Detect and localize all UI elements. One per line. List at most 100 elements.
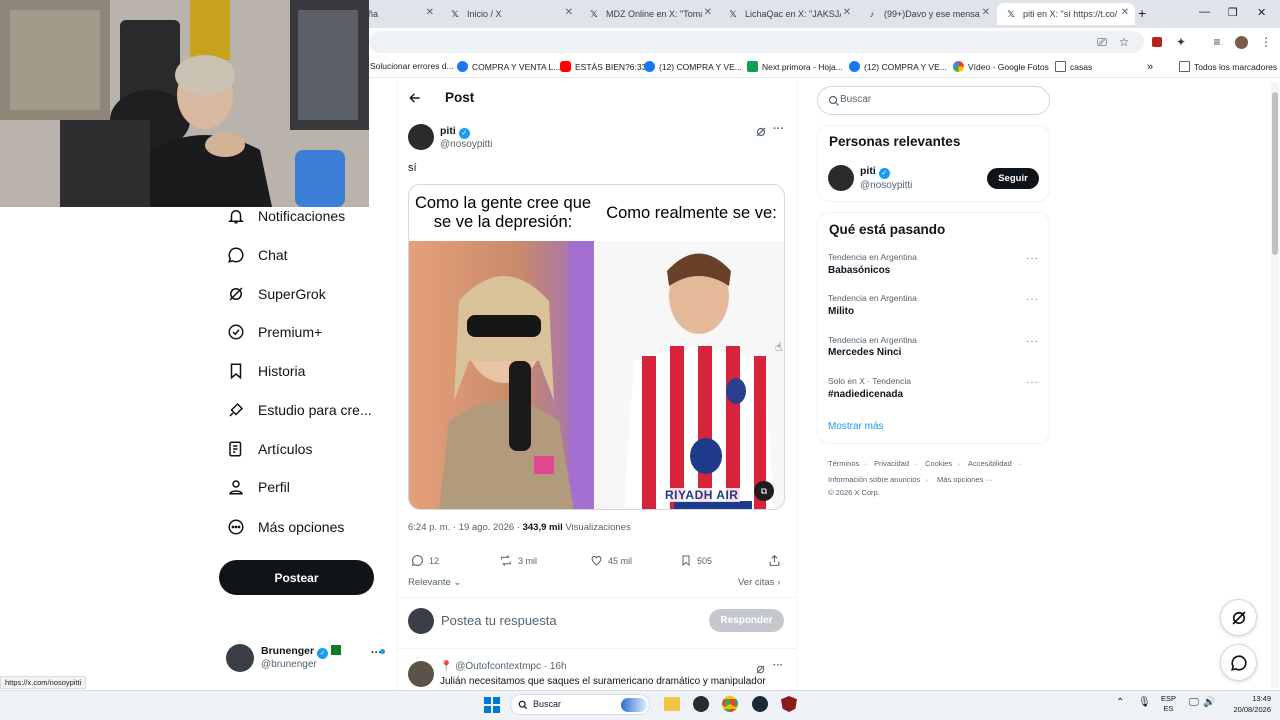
reply-item[interactable]: 📍 @Outofcontextmpc · 16h Julián necesita… xyxy=(408,658,788,690)
volume-icon[interactable]: 🔊 xyxy=(1203,697,1215,708)
browser-tab[interactable]: 𝕏 LichaQac en X: "JAKSJAJA ✕ xyxy=(719,3,857,25)
extension-icon[interactable] xyxy=(1149,34,1165,50)
kebab-menu-icon[interactable]: ⋮ xyxy=(1258,34,1274,50)
bookmark-item[interactable]: (12) COMPRA Y VE... xyxy=(644,61,742,72)
nav-more-options[interactable]: Más opciones xyxy=(226,512,344,542)
reply-button[interactable]: Responder xyxy=(709,609,784,632)
bookmark-item[interactable]: ESTÁS BIEN?6:33 xyxy=(560,61,646,72)
view-quotes-link[interactable]: Ver citas › xyxy=(738,577,780,588)
grok-fab[interactable] xyxy=(1220,599,1257,636)
author-handle[interactable]: @nosoypitti xyxy=(440,139,492,150)
person-handle[interactable]: @nosoypitti xyxy=(860,180,912,191)
close-icon[interactable]: ✕ xyxy=(704,7,712,18)
media-icon[interactable]: ≡ xyxy=(1209,34,1225,50)
bookmark-item[interactable]: Next primora - Hoja... xyxy=(747,61,843,72)
nav-history[interactable]: Historia xyxy=(226,356,305,386)
nav-profile[interactable]: Perfil xyxy=(226,472,290,502)
address-bar[interactable] xyxy=(369,31,1144,53)
windows-start-icon[interactable] xyxy=(484,697,500,713)
puzzle-icon[interactable]: ✦ xyxy=(1173,34,1189,50)
like-action[interactable]: 45 mil xyxy=(590,554,632,567)
browser-tab[interactable]: ña ✕ xyxy=(360,3,440,25)
nav-chat[interactable]: Chat xyxy=(226,240,288,270)
grok-icon[interactable] xyxy=(755,125,767,143)
app-icon[interactable] xyxy=(693,696,709,712)
reply-action[interactable]: 12 xyxy=(411,554,439,567)
show-more-link[interactable]: Mostrar más xyxy=(828,421,884,432)
close-icon[interactable]: ✕ xyxy=(1121,7,1129,18)
display-icon[interactable]: 🖵 xyxy=(1189,697,1199,708)
taskbar-search[interactable]: Buscar xyxy=(510,694,650,715)
chevron-right-icon[interactable]: » xyxy=(1147,61,1153,73)
alt-badge-icon[interactable]: ⧉ xyxy=(754,481,774,501)
reply-input[interactable]: Postea tu respuesta xyxy=(441,613,691,628)
file-explorer-icon[interactable] xyxy=(664,697,680,711)
reply-handle[interactable]: @Outofcontextmpc xyxy=(455,661,541,672)
close-icon[interactable]: ✕ xyxy=(982,7,990,18)
account-switcher[interactable]: Brunenger ✓ @brunenger ··· xyxy=(226,643,386,675)
new-tab-icon[interactable]: + xyxy=(1138,5,1146,21)
bookmark-action[interactable]: 505 xyxy=(680,554,712,567)
minimize-icon[interactable]: — xyxy=(1199,6,1210,18)
more-dots-icon[interactable]: ··· xyxy=(773,123,784,135)
bookmark-item[interactable]: COMPRA Y VENTA L... xyxy=(457,61,560,72)
repost-action[interactable]: 3 mil xyxy=(499,554,537,567)
install-app-icon[interactable]: ⎚ xyxy=(1094,34,1110,50)
footer-link[interactable]: Términos xyxy=(828,459,859,468)
post-button[interactable]: Postear xyxy=(219,560,374,595)
grok-icon[interactable] xyxy=(755,662,766,680)
author-avatar[interactable] xyxy=(408,124,434,150)
bookmark-item[interactable]: Solucionar errores d... xyxy=(370,61,454,71)
back-arrow-icon[interactable] xyxy=(408,91,424,107)
footer-link[interactable]: Información sobre anuncios xyxy=(828,475,920,484)
post-image[interactable]: Como la gente cree que se ve la depresió… xyxy=(408,184,785,510)
more-dots-icon[interactable]: ··· xyxy=(1026,294,1039,305)
bookmark-item[interactable]: (12) COMPRA Y VE... xyxy=(849,61,947,72)
browser-tab[interactable]: 𝕏 MDZ Online en X: "Tomas ✕ xyxy=(580,3,718,25)
bookmark-item[interactable]: casas xyxy=(1055,61,1092,72)
chat-fab[interactable] xyxy=(1220,644,1257,681)
chrome-icon[interactable] xyxy=(722,696,738,712)
trend-item[interactable]: Mercedes Ninci xyxy=(828,347,901,358)
browser-tab-active[interactable]: 𝕏 piti en X: "sí https://t.co/ ✕ xyxy=(997,3,1135,25)
star-icon[interactable]: ☆ xyxy=(1116,34,1132,50)
profile-avatar-icon[interactable] xyxy=(1233,34,1249,50)
person-name-row[interactable]: piti ✓ xyxy=(860,165,890,179)
sort-dropdown[interactable]: Relevante ⌄ xyxy=(408,577,461,588)
post-timestamp[interactable]: 6:24 p. m. · 19 ago. 2026 · xyxy=(408,522,520,533)
trend-item[interactable]: Milito xyxy=(828,306,854,317)
search-input[interactable]: Buscar xyxy=(817,86,1050,115)
tray-chevron-icon[interactable]: ⌃ xyxy=(1116,697,1124,708)
author-name-row[interactable]: piti ✓ xyxy=(440,125,470,139)
trend-item[interactable]: #nadiedicenada xyxy=(828,389,903,400)
clock[interactable]: 13:49 20/08/2026 xyxy=(1225,693,1271,715)
follow-button[interactable]: Seguir xyxy=(987,168,1039,189)
all-bookmarks-item[interactable]: Todos los marcadores xyxy=(1179,61,1277,72)
nav-notifications[interactable]: Notificaciones xyxy=(226,201,345,231)
more-dots-icon[interactable]: ··· xyxy=(773,660,783,671)
language-indicator[interactable]: ESP ES xyxy=(1161,694,1176,714)
nav-supergrok[interactable]: SuperGrok xyxy=(226,279,326,309)
more-dots-icon[interactable]: ··· xyxy=(1026,336,1039,347)
bookmark-item[interactable]: Vídeo - Google Fotos xyxy=(953,61,1049,72)
restore-icon[interactable]: ❐ xyxy=(1228,6,1238,19)
nav-articles[interactable]: Artículos xyxy=(226,434,312,464)
nav-creator-studio[interactable]: Estudio para cre... xyxy=(226,395,372,425)
share-action[interactable] xyxy=(768,554,786,567)
close-icon[interactable]: ✕ xyxy=(843,7,851,18)
avatar[interactable] xyxy=(828,165,854,191)
footer-link[interactable]: Más opciones ··· xyxy=(937,475,993,484)
browser-tab[interactable]: ♪ (99+)Davo y ese mensaje ✕ xyxy=(858,3,996,25)
more-dots-icon[interactable]: ··· xyxy=(1026,253,1039,264)
close-icon[interactable]: ✕ xyxy=(565,7,573,18)
footer-link[interactable]: Privacidad xyxy=(874,459,909,468)
trend-item[interactable]: Babasónicos xyxy=(828,265,890,276)
nav-premium[interactable]: Premium+ xyxy=(226,317,322,347)
browser-tab[interactable]: 𝕏 Inicio / X ✕ xyxy=(441,3,579,25)
close-icon[interactable]: ✕ xyxy=(426,7,434,18)
footer-link[interactable]: Accesibilidad xyxy=(968,459,1012,468)
microphone-icon[interactable]: 🎙 xyxy=(1138,697,1151,708)
close-window-icon[interactable]: ✕ xyxy=(1257,6,1266,19)
footer-link[interactable]: Cookies xyxy=(925,459,952,468)
steam-icon[interactable] xyxy=(752,696,768,712)
